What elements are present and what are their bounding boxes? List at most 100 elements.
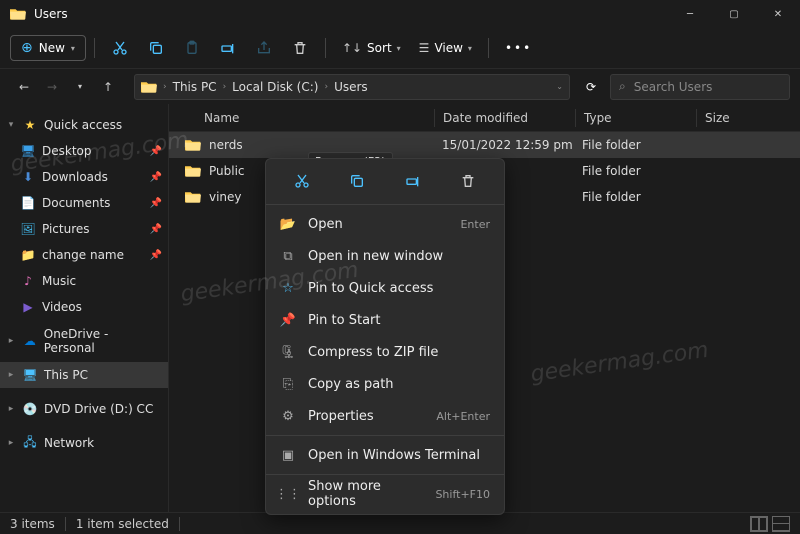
shortcut-label: Alt+Enter: [436, 410, 490, 423]
sidebar-item-quick-access[interactable]: ▾★Quick access: [0, 112, 168, 138]
ctx-compress[interactable]: 🗜Compress to ZIP file: [266, 336, 504, 368]
forward-button[interactable]: →: [38, 80, 66, 94]
sidebar-item-onedrive[interactable]: ▸☁OneDrive - Personal: [0, 328, 168, 354]
thumbnails-view-button[interactable]: [750, 516, 768, 532]
ctx-item-label: Pin to Start: [308, 313, 490, 328]
paste-button[interactable]: [175, 33, 209, 63]
pin-icon: 📌: [150, 146, 162, 157]
new-label: New: [39, 41, 65, 55]
navigation-bar: ← → ▾ ↑ › This PC › Local Disk (C:) › Us…: [0, 68, 800, 104]
breadcrumb[interactable]: Users: [334, 80, 368, 94]
file-type: File folder: [574, 190, 694, 204]
sidebar-item-label: Quick access: [44, 118, 122, 132]
breadcrumb[interactable]: This PC: [173, 80, 217, 94]
search-icon: ⌕: [619, 79, 626, 94]
ctx-item-label: Pin to Quick access: [308, 281, 490, 296]
ctx-open[interactable]: 📂OpenEnter: [266, 208, 504, 240]
column-header-type[interactable]: Type: [576, 111, 696, 125]
sidebar-item-label: This PC: [44, 368, 88, 382]
ctx-open-terminal[interactable]: ▣ Open in Windows Terminal: [266, 439, 504, 471]
context-menu: 📂OpenEnter ⧉Open in new window ☆Pin to Q…: [265, 158, 505, 515]
star-icon: ★: [22, 117, 38, 133]
ctx-delete-button[interactable]: [453, 167, 483, 195]
divider: [266, 204, 504, 205]
search-placeholder: Search Users: [634, 80, 713, 94]
share-button[interactable]: [247, 33, 281, 63]
more-icon: ⋮⋮: [280, 487, 296, 502]
breadcrumb-sep: ›: [223, 82, 227, 92]
sidebar-item-pictures[interactable]: 🖼Pictures📌: [0, 216, 168, 242]
back-button[interactable]: ←: [10, 80, 38, 94]
rename-button[interactable]: [211, 33, 245, 63]
cut-button[interactable]: [103, 33, 137, 63]
more-button[interactable]: •••: [505, 41, 532, 55]
window-minimize-button[interactable]: ─: [668, 0, 712, 28]
column-header-name[interactable]: Name: [169, 111, 434, 125]
address-bar[interactable]: › This PC › Local Disk (C:) › Users ⌄: [134, 74, 570, 100]
sidebar-item-videos[interactable]: ▶ Videos: [0, 294, 168, 320]
navigation-pane: ▾★Quick access 🖥Desktop📌 ⬇Downloads📌 📄Do…: [0, 104, 168, 512]
titlebar: Users ─ ▢ ✕: [0, 0, 800, 28]
file-type: File folder: [574, 138, 694, 152]
video-icon: ▶: [20, 299, 36, 315]
music-icon: ♪: [20, 273, 36, 289]
chevron-down-icon[interactable]: ⌄: [556, 82, 563, 91]
breadcrumb[interactable]: Local Disk (C:): [232, 80, 318, 94]
ctx-cut-button[interactable]: [287, 167, 317, 195]
status-item-count: 3 items: [10, 517, 55, 531]
up-button[interactable]: ↑: [94, 80, 122, 94]
new-window-icon: ⧉: [280, 249, 296, 264]
folder-icon: [10, 7, 26, 21]
copy-button[interactable]: [139, 33, 173, 63]
sidebar-item-network[interactable]: ▸🖧Network: [0, 430, 168, 456]
pin-icon: 📌: [150, 172, 162, 183]
ctx-show-more[interactable]: ⋮⋮Show more optionsShift+F10: [266, 478, 504, 510]
folder-icon: [141, 80, 157, 94]
delete-button[interactable]: [283, 33, 317, 63]
chevron-down-icon: ▾: [71, 44, 75, 53]
zip-icon: 🗜: [280, 345, 296, 360]
sidebar-item-music[interactable]: ♪ Music: [0, 268, 168, 294]
sort-button[interactable]: ↑↓ Sort ▾: [334, 41, 409, 55]
pictures-icon: 🖼: [20, 221, 36, 237]
sidebar-item-label: Music: [42, 274, 76, 288]
pin-icon: 📌: [280, 313, 296, 328]
recent-dropdown[interactable]: ▾: [66, 82, 94, 91]
terminal-icon: ▣: [280, 448, 296, 463]
ctx-rename-button[interactable]: [398, 167, 428, 195]
table-row[interactable]: nerds 15/01/2022 12:59 pm File folder: [169, 132, 800, 158]
cloud-icon: ☁: [22, 333, 38, 349]
sidebar-item-this-pc[interactable]: ▸🖥This PC: [0, 362, 168, 388]
ctx-item-label: Open in Windows Terminal: [308, 448, 490, 463]
breadcrumb-sep: ›: [324, 82, 328, 92]
sidebar-item-documents[interactable]: 📄Documents📌: [0, 190, 168, 216]
file-date: 15/01/2022 12:59 pm: [434, 138, 574, 152]
sidebar-item-desktop[interactable]: 🖥Desktop📌: [0, 138, 168, 164]
sidebar-item-change-name[interactable]: 📁change name📌: [0, 242, 168, 268]
view-button[interactable]: ☰ View ▾: [411, 41, 480, 55]
window-maximize-button[interactable]: ▢: [712, 0, 756, 28]
window-close-button[interactable]: ✕: [756, 0, 800, 28]
search-box[interactable]: ⌕ Search Users: [610, 74, 790, 100]
refresh-button[interactable]: ⟳: [578, 80, 604, 94]
properties-icon: ⚙: [280, 409, 296, 424]
ctx-open-new-window[interactable]: ⧉Open in new window: [266, 240, 504, 272]
sort-icon: ↑↓: [342, 41, 362, 55]
ctx-pin-quick[interactable]: ☆Pin to Quick access: [266, 272, 504, 304]
divider: [94, 38, 95, 58]
ctx-copy-button[interactable]: [342, 167, 372, 195]
column-header-date[interactable]: Date modified: [435, 111, 575, 125]
ctx-copy-path[interactable]: ⎘Copy as path: [266, 368, 504, 400]
file-name: viney: [209, 190, 242, 204]
downloads-icon: ⬇: [20, 169, 36, 185]
ctx-pin-start[interactable]: 📌 Pin to Start: [266, 304, 504, 336]
folder-icon: [185, 138, 201, 152]
new-button[interactable]: ⊕ New ▾: [10, 35, 86, 61]
sidebar-item-label: Videos: [42, 300, 82, 314]
file-type: File folder: [574, 164, 694, 178]
details-view-button[interactable]: [772, 516, 790, 532]
sidebar-item-downloads[interactable]: ⬇Downloads📌: [0, 164, 168, 190]
column-header-size[interactable]: Size: [697, 111, 767, 125]
ctx-properties[interactable]: ⚙PropertiesAlt+Enter: [266, 400, 504, 432]
sidebar-item-dvd[interactable]: ▸💿DVD Drive (D:) CCCC: [0, 396, 168, 422]
